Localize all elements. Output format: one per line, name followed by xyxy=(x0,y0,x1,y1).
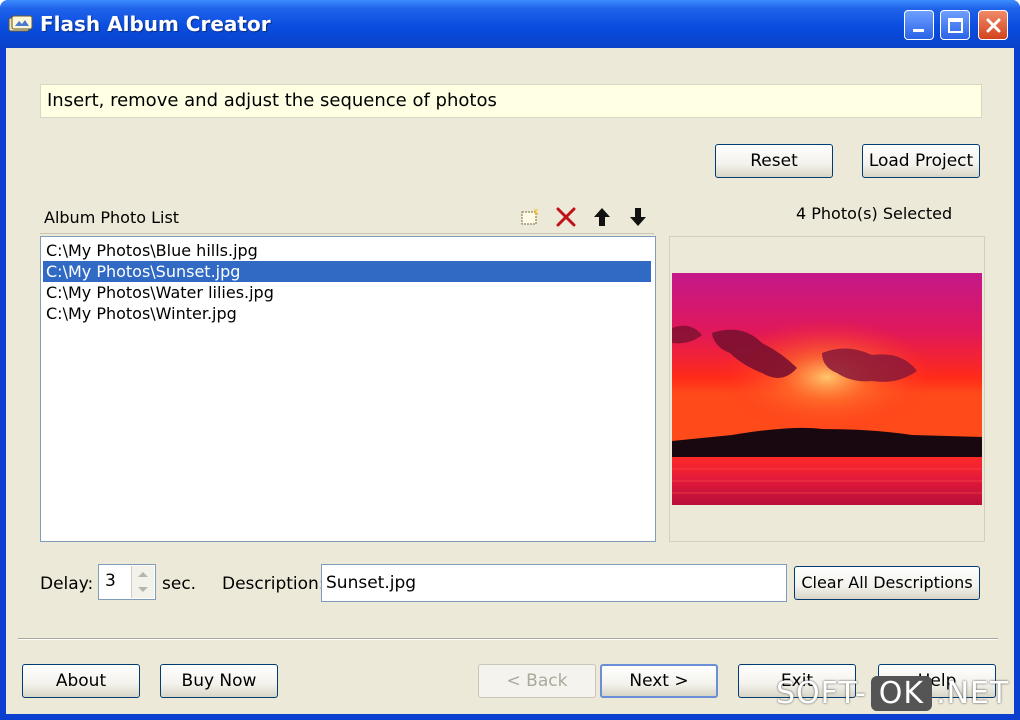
minimize-button[interactable] xyxy=(904,10,934,40)
dialog-body: Insert, remove and adjust the sequence o… xyxy=(6,48,1014,714)
description-label: Description: xyxy=(222,574,325,594)
minimize-icon xyxy=(913,29,924,32)
move-up-icon[interactable] xyxy=(590,205,614,229)
maximize-icon xyxy=(948,18,963,33)
maximize-button[interactable] xyxy=(940,10,970,40)
delay-unit: sec. xyxy=(162,574,197,594)
close-icon xyxy=(986,18,1001,33)
description-input[interactable] xyxy=(321,564,787,602)
reset-button[interactable]: Reset xyxy=(715,144,833,178)
watermark-right: .NET xyxy=(936,676,1010,711)
photo-list-title: Album Photo List xyxy=(44,208,180,227)
add-icon[interactable] xyxy=(518,205,542,229)
app-icon xyxy=(8,15,33,32)
instruction-banner: Insert, remove and adjust the sequence o… xyxy=(40,84,982,118)
app-window: Flash Album Creator Insert, remove and a… xyxy=(0,0,1020,720)
buy-now-button[interactable]: Buy Now xyxy=(160,664,278,698)
remove-icon[interactable] xyxy=(554,205,578,229)
list-item-selected[interactable]: C:\My Photos\Sunset.jpg xyxy=(43,261,651,282)
preview-panel xyxy=(669,236,985,542)
watermark-left: SOFT- xyxy=(776,676,867,711)
window-title: Flash Album Creator xyxy=(40,12,271,36)
spin-arrows-icon xyxy=(138,572,148,592)
list-item[interactable]: C:\My Photos\Blue hills.jpg xyxy=(43,240,651,261)
list-item[interactable]: C:\My Photos\Winter.jpg xyxy=(43,303,651,324)
photo-list[interactable]: C:\My Photos\Blue hills.jpg C:\My Photos… xyxy=(40,236,656,542)
about-button[interactable]: About xyxy=(22,664,140,698)
load-project-button[interactable]: Load Project xyxy=(862,144,980,178)
photo-preview xyxy=(672,273,982,505)
delay-value: 3 xyxy=(105,571,116,591)
spin-buttons[interactable] xyxy=(131,566,154,598)
close-button[interactable] xyxy=(978,10,1008,40)
list-item[interactable]: C:\My Photos\Water lilies.jpg xyxy=(43,282,651,303)
delay-stepper[interactable]: 3 xyxy=(98,564,156,600)
watermark: SOFT- OK .NET xyxy=(776,676,1009,711)
back-button[interactable]: < Back xyxy=(478,664,596,698)
move-down-icon[interactable] xyxy=(626,205,650,229)
next-button[interactable]: Next > xyxy=(600,664,718,698)
delay-label: Delay: xyxy=(40,574,94,594)
selection-count: 4 Photo(s) Selected xyxy=(796,204,953,223)
watermark-middle: OK xyxy=(870,676,933,711)
clear-all-descriptions-button[interactable]: Clear All Descriptions xyxy=(794,566,980,600)
title-bar[interactable]: Flash Album Creator xyxy=(0,0,1020,48)
separator xyxy=(18,638,998,640)
photo-list-header: Album Photo List xyxy=(40,201,654,234)
